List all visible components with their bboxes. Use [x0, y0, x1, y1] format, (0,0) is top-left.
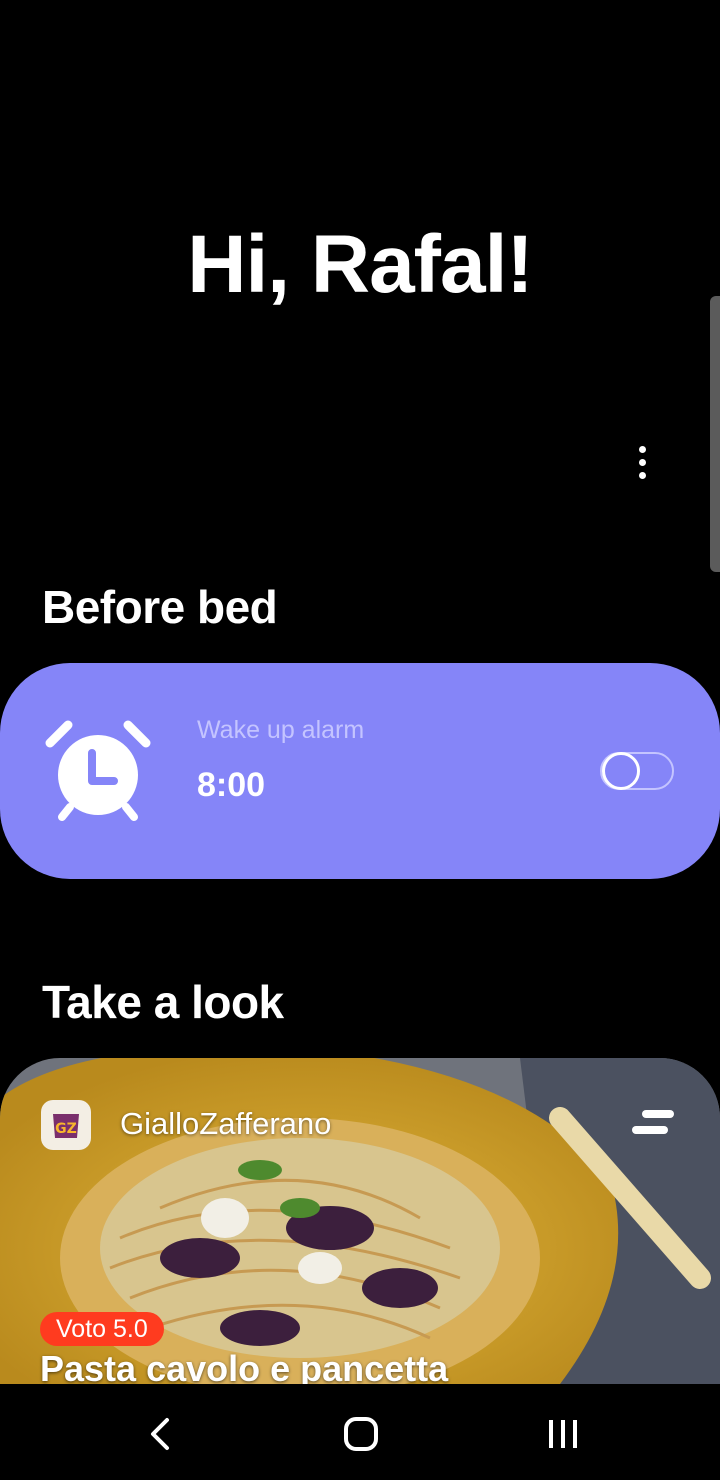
- alarm-clock-icon: [45, 720, 151, 821]
- navigation-bar: [0, 1384, 720, 1480]
- recipe-title: Pasta cavolo e pancetta: [40, 1348, 449, 1384]
- dot: [638, 445, 646, 453]
- back-button[interactable]: [130, 1412, 190, 1456]
- alarm-label: Wake up alarm: [197, 716, 365, 744]
- alarm-toggle[interactable]: [600, 752, 674, 790]
- recents-button[interactable]: [533, 1412, 593, 1456]
- greeting-title: Hi, Rafal!: [187, 219, 533, 310]
- rating-badge: Voto 5.0: [40, 1312, 164, 1346]
- back-icon: [151, 1418, 169, 1450]
- more-options-button[interactable]: [618, 436, 666, 488]
- scroll-indicator[interactable]: [710, 296, 720, 572]
- dot: [638, 458, 646, 466]
- home-icon: [344, 1417, 378, 1451]
- svg-text:GZ: GZ: [55, 1121, 77, 1137]
- home-button[interactable]: [331, 1412, 391, 1456]
- recipe-card[interactable]: GZ GialloZafferano Voto 5.0 Pasta cavolo…: [0, 1058, 720, 1384]
- brand-logo: GZ: [41, 1100, 91, 1150]
- alarm-time[interactable]: 8:00: [197, 766, 265, 805]
- recents-icon: [549, 1420, 577, 1448]
- toggle-knob: [602, 752, 640, 790]
- brand-name: GialloZafferano: [120, 1106, 332, 1141]
- section-title-take-a-look: Take a look: [42, 976, 284, 1028]
- dot: [638, 471, 646, 479]
- section-title-before-bed: Before bed: [42, 581, 278, 633]
- menu-icon[interactable]: [630, 1110, 676, 1136]
- screen: Hi, Rafal! Before bed Wake up alarm 8:00…: [0, 0, 720, 1480]
